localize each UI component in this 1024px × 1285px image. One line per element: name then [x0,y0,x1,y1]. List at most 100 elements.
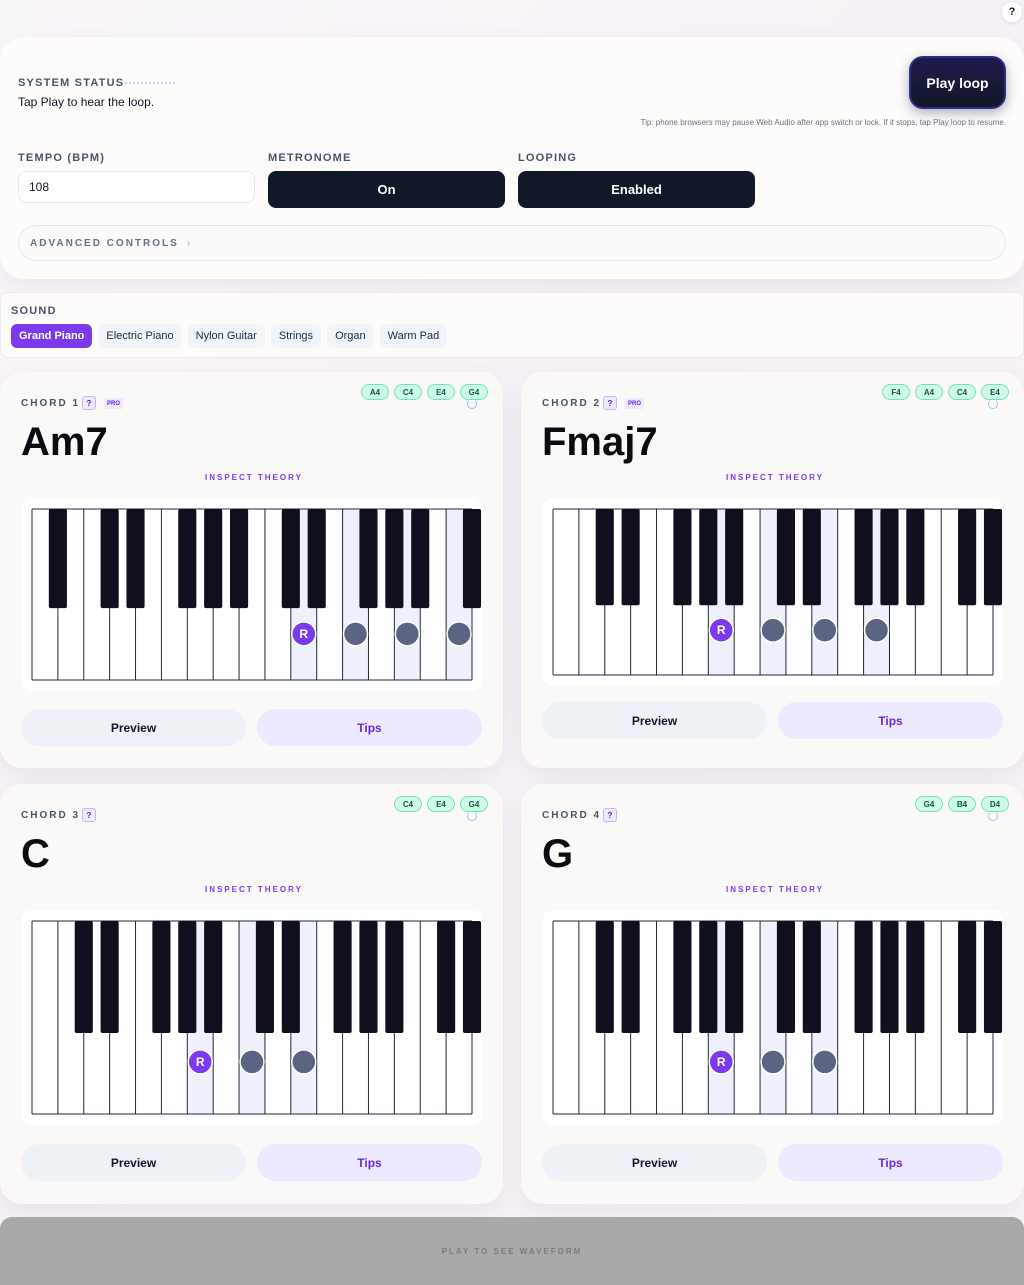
black-key [359,921,378,1033]
black-key [776,509,795,606]
piano-keyboard[interactable]: R [22,910,482,1125]
piano-keyboard[interactable]: R [543,498,1003,686]
black-key [462,921,482,1033]
piano-keyboard-svg: R [552,920,1003,1115]
note-chip: G4 [915,796,943,812]
preview-button[interactable]: Preview [542,702,767,739]
black-key [699,509,718,606]
preview-button[interactable]: Preview [542,1144,767,1181]
tips-button[interactable]: Tips [257,709,482,746]
black-key [699,921,718,1033]
sound-option[interactable]: Nylon Guitar [187,324,265,348]
help-button[interactable]: ? [1001,1,1023,23]
inspect-theory-link[interactable]: INSPECT THEORY [726,885,824,894]
black-key [880,921,899,1033]
sound-options: Grand Piano Electric Piano Nylon Guitar Str… [11,324,448,348]
black-key [100,921,119,1033]
note-chip: A4 [915,384,943,400]
piano-keyboard[interactable]: R [543,910,1003,1125]
chord-note-marker [291,1049,317,1075]
black-key [983,509,1003,606]
sound-option[interactable]: Strings [270,324,322,348]
piano-keyboard-svg: R [31,508,482,681]
preview-button[interactable]: Preview [21,709,246,746]
chord-help-button[interactable]: ? [603,808,617,822]
black-key [411,509,430,609]
sound-label: SOUND [11,305,57,317]
black-key [725,921,744,1033]
black-key [621,921,640,1033]
chord-note-marker [446,621,472,647]
status-dots [125,82,175,84]
chord-name: C [21,832,50,876]
refresh-icon[interactable] [467,399,477,409]
chord-help-button[interactable]: ? [82,396,96,410]
chord-label: CHORD 4 [542,810,602,821]
black-key [126,509,145,609]
metronome-toggle[interactable]: On [268,171,505,208]
black-key [462,509,482,609]
metronome-label: METRONOME [268,152,352,164]
refresh-icon[interactable] [988,399,998,409]
black-key [178,509,197,609]
piano-keyboard[interactable]: R [22,498,482,691]
tips-button[interactable]: Tips [257,1144,482,1181]
note-chip: E4 [427,384,455,400]
inspect-theory-link[interactable]: INSPECT THEORY [726,473,824,482]
black-key [776,921,795,1033]
inspect-theory-link[interactable]: INSPECT THEORY [205,885,303,894]
sound-option[interactable]: Grand Piano [11,324,93,348]
root-marker-label: R [196,1055,205,1069]
black-key [854,509,873,606]
chord-note-marker [239,1049,265,1075]
waveform-area: PLAY TO SEE WAVEFORM [0,1217,1024,1285]
sound-option[interactable]: Organ [327,324,374,348]
black-key [906,921,925,1033]
root-marker-label: R [717,1055,726,1069]
black-key [204,921,223,1033]
chord-label: CHORD 2 [542,398,602,409]
chord-help-button[interactable]: ? [603,396,617,410]
black-key [230,509,249,609]
status-message: Tap Play to hear the loop. [18,95,155,109]
note-chip: D4 [981,796,1009,812]
preview-button[interactable]: Preview [21,1144,246,1181]
note-chip: C4 [394,796,422,812]
inspect-theory-link[interactable]: INSPECT THEORY [205,473,303,482]
tempo-input[interactable]: 108 [18,171,255,203]
black-key [178,921,197,1033]
note-chip: G4 [460,796,488,812]
sound-option[interactable]: Electric Piano [98,324,182,348]
chord-help-button[interactable]: ? [82,808,96,822]
chord-note-marker [863,617,890,643]
black-key [880,509,899,606]
looping-label: LOOPING [518,152,578,164]
looping-toggle[interactable]: Enabled [518,171,755,208]
piano-keyboard-svg: R [552,508,1003,676]
black-key [595,509,614,606]
black-key [802,921,821,1033]
advanced-controls-toggle[interactable]: ADVANCED CONTROLS › [18,225,1006,261]
tips-button[interactable]: Tips [778,1144,1003,1181]
black-key [595,921,614,1033]
chord-note-marker [812,1049,838,1075]
piano-keyboard-svg: R [31,920,482,1115]
black-key [673,921,692,1033]
black-key [281,921,300,1033]
black-key [48,509,67,609]
note-chip: C4 [948,384,976,400]
black-key [255,921,274,1033]
refresh-icon[interactable] [467,811,477,821]
chord-label: CHORD 1 [21,398,81,409]
tips-button[interactable]: Tips [778,702,1003,739]
note-chip: E4 [427,796,455,812]
black-key [359,509,378,609]
chord-note-marker [760,617,786,643]
black-key [802,509,821,606]
black-key [385,921,404,1033]
note-chip: E4 [981,384,1009,400]
refresh-icon[interactable] [988,811,998,821]
sound-option[interactable]: Warm Pad [379,324,448,348]
chord-note-marker [760,1049,786,1075]
play-loop-button[interactable]: Play loop [909,56,1006,109]
